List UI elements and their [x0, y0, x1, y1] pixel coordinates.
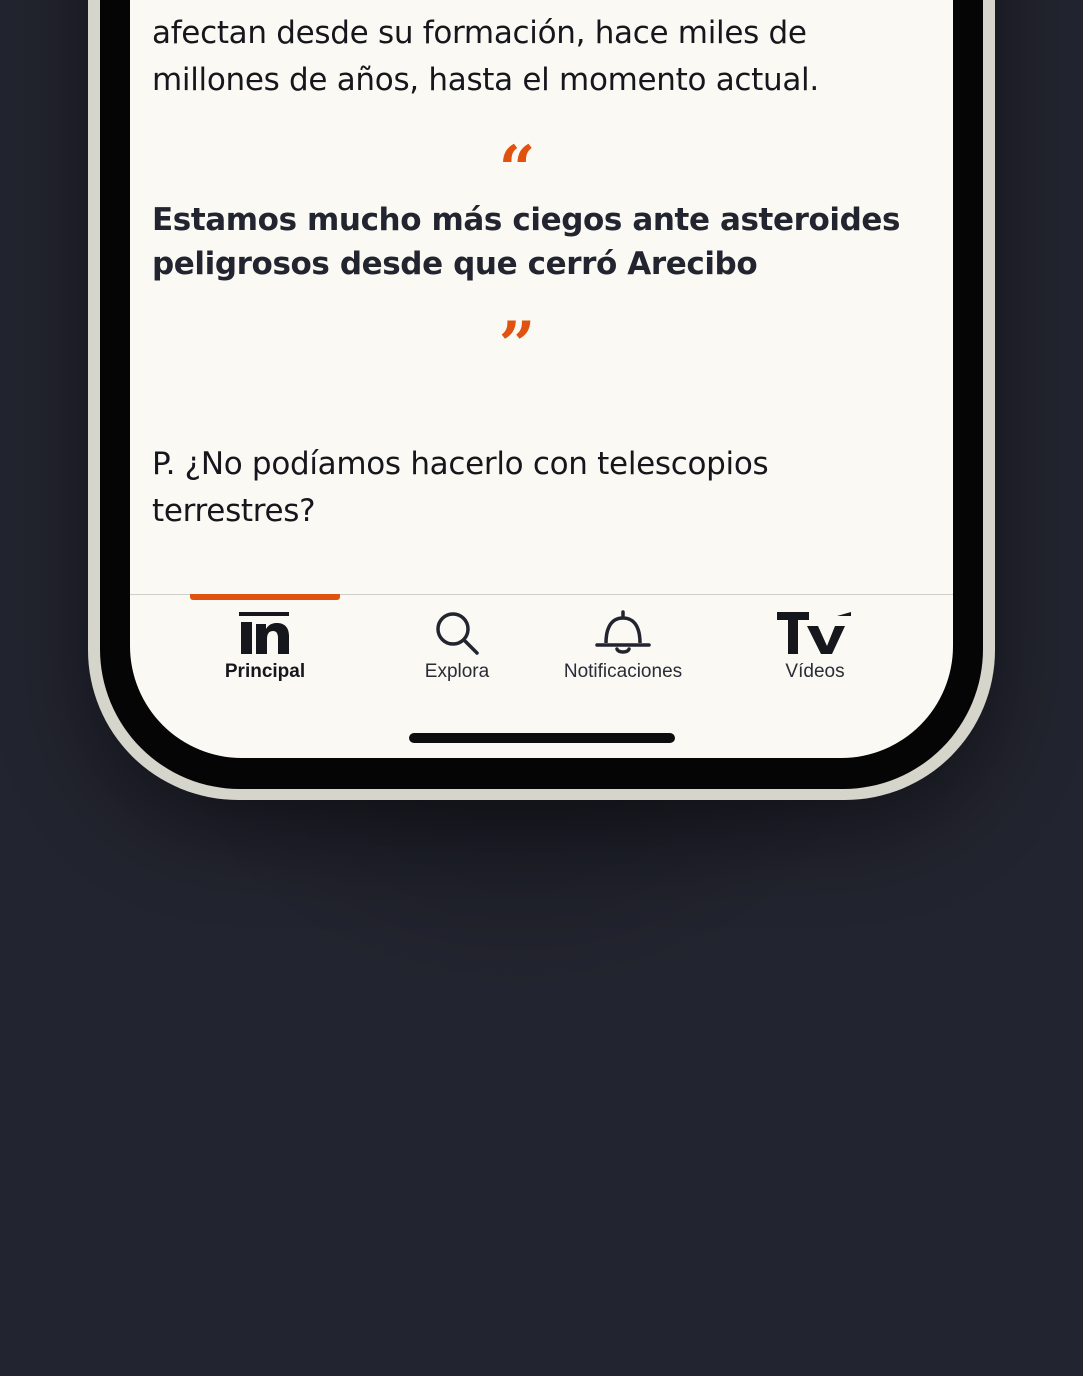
tab-label: Notificaciones [563, 661, 683, 682]
tv-logo-icon [730, 608, 900, 656]
tab-videos[interactable]: Vídeos [730, 608, 900, 688]
in-logo-icon [180, 608, 350, 656]
phone-frame: afectan desde su formación, hace miles d… [88, 0, 995, 800]
tab-explora[interactable]: Explora [372, 608, 542, 688]
tab-label: Vídeos [785, 661, 845, 682]
tab-label: Principal [224, 661, 306, 682]
search-icon [372, 608, 542, 656]
interview-question: P. ¿No podíamos hacerlo con telescopios … [152, 446, 769, 529]
article-paragraph: afectan desde su formación, hace miles d… [152, 15, 819, 98]
tab-principal[interactable]: Principal [180, 608, 350, 688]
bell-icon [538, 608, 708, 656]
open-quote-icon: “ [498, 132, 536, 207]
active-tab-indicator [190, 594, 340, 600]
home-indicator[interactable] [409, 733, 675, 743]
tab-label: Explora [424, 661, 490, 682]
pull-quote: Estamos mucho más ciegos ante asteroides… [152, 202, 901, 282]
tab-notificaciones[interactable]: Notificaciones [538, 608, 708, 688]
phone-bezel: afectan desde su formación, hace miles d… [100, 0, 983, 789]
close-quote-icon: ” [498, 308, 536, 383]
app-screen: afectan desde su formación, hace miles d… [130, 0, 953, 758]
